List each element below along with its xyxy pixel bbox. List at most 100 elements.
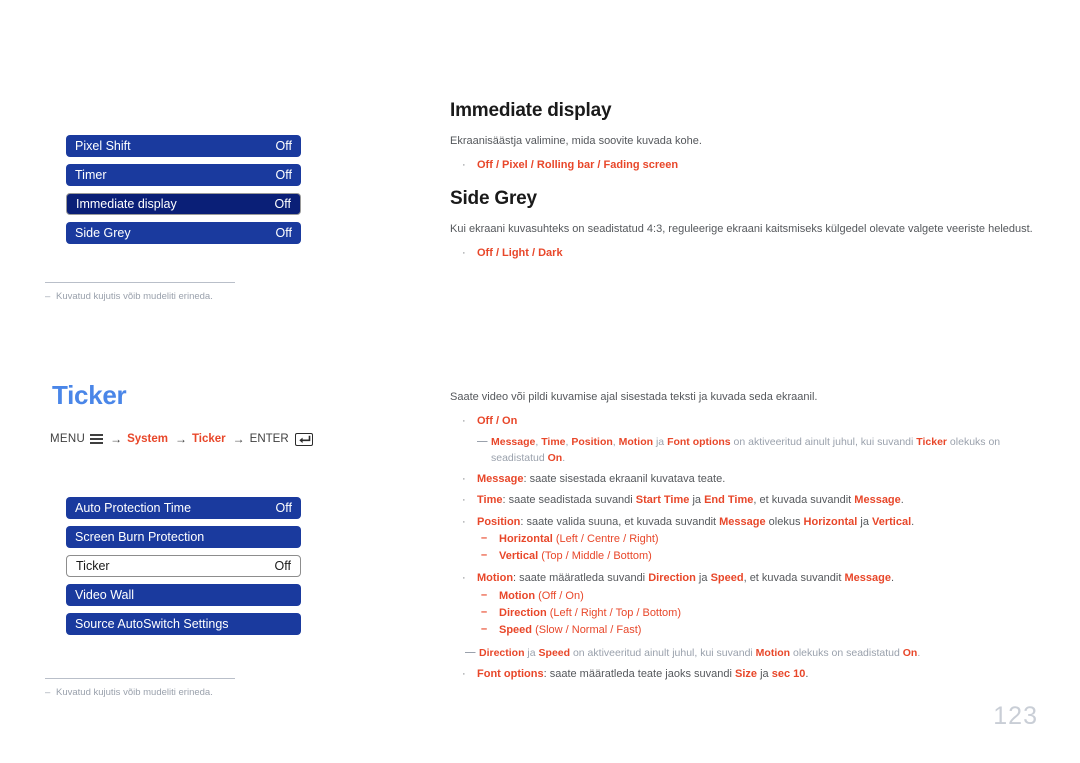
bullet-dot: · bbox=[462, 572, 466, 585]
osd-menu-system[interactable]: Auto Protection Time Off Screen Burn Pro… bbox=[66, 497, 301, 642]
osd-row-timer[interactable]: Timer Off bbox=[66, 164, 301, 186]
osd-row-label: Ticker bbox=[76, 559, 110, 573]
bullet-dot: · bbox=[462, 494, 466, 507]
motion-sub-list: – Motion (Off / On) – Direction (Left / … bbox=[477, 589, 1050, 639]
sub-dash: – bbox=[481, 532, 488, 545]
bullet-text: , et kuvada suvandit bbox=[753, 494, 855, 507]
menu-path-arrow-2: → bbox=[174, 432, 187, 446]
bullet-dot: · bbox=[462, 515, 466, 528]
menu-path-step-ticker: Ticker bbox=[191, 433, 226, 445]
chapter-title: Ticker bbox=[52, 380, 127, 410]
bullet-text: ja bbox=[695, 572, 711, 585]
bullet-dot: · bbox=[462, 158, 466, 171]
section-heading: Immediate display bbox=[450, 100, 612, 121]
note-key-time: Time bbox=[541, 436, 566, 449]
sub-values: (Left / Right / Top / Bottom) bbox=[546, 606, 681, 619]
bullet-key-speed: Speed bbox=[710, 572, 744, 585]
sub-key: Motion bbox=[499, 589, 536, 602]
osd-row-side-grey[interactable]: Side Grey Off bbox=[66, 222, 301, 244]
footnote-dash: – bbox=[45, 687, 51, 698]
sub-values: (Off / On) bbox=[535, 589, 584, 602]
sub-item-speed: – Speed (Slow / Normal / Fast) bbox=[477, 623, 1050, 639]
enter-key-icon bbox=[294, 432, 313, 446]
ticker-bullets: · Off / On — Message, Time, Position, Mo… bbox=[450, 413, 1050, 682]
position-sub-list: – Horizontal (Left / Centre / Right) – V… bbox=[477, 532, 1050, 565]
bullet-key-end-time: End Time bbox=[704, 494, 754, 507]
footnote-dash: – bbox=[45, 291, 51, 302]
option-values: Off / Pixel / Rolling bar / Fading scree… bbox=[477, 158, 679, 171]
osd-row-auto-protection-time[interactable]: Auto Protection Time Off bbox=[66, 497, 301, 519]
osd-row-label: Auto Protection Time bbox=[75, 501, 192, 515]
sub-key: Speed bbox=[499, 623, 533, 636]
sub-key: Direction bbox=[499, 606, 547, 619]
osd-menu-screen-burn[interactable]: Pixel Shift Off Timer Off Immediate disp… bbox=[66, 135, 301, 251]
options-list: · Off / Pixel / Rolling bar / Fading scr… bbox=[450, 157, 1040, 174]
osd-row-label: Screen Burn Protection bbox=[75, 530, 205, 544]
footnote-label: Kuvatud kujutis võib mudeliti erineda. bbox=[56, 291, 213, 302]
bullet-key-horizontal: Horizontal bbox=[803, 515, 858, 528]
footnote-top: – Kuvatud kujutis võib mudeliti erineda. bbox=[45, 282, 345, 302]
sub-dash: – bbox=[481, 605, 488, 618]
bullet-dot: · bbox=[462, 667, 466, 680]
section-description: Kui ekraani kuvasuhteks on seadistatud 4… bbox=[450, 223, 1033, 235]
bullet-dot: · bbox=[462, 246, 466, 259]
bullet-key: Message bbox=[477, 472, 524, 485]
bullet-key: Motion bbox=[477, 572, 514, 585]
menu-path-arrow-3: → bbox=[232, 432, 245, 446]
page-number: 123 bbox=[993, 702, 1038, 730]
bullet-text: : saate määratleda suvandi bbox=[513, 572, 649, 585]
osd-row-value: Off bbox=[275, 226, 292, 240]
motion-activation-note: — Direction ja Speed on aktiveeritud ain… bbox=[465, 646, 1050, 661]
footnote-divider bbox=[45, 282, 235, 283]
menu-icon bbox=[90, 433, 104, 445]
osd-row-value: Off bbox=[274, 197, 291, 211]
bullet-key-start-time: Start Time bbox=[635, 494, 690, 507]
bullet-key-message: Message bbox=[854, 494, 901, 507]
osd-row-label: Source AutoSwitch Settings bbox=[75, 617, 229, 631]
note-text: on aktiveeritud ainult juhul, kui suvand… bbox=[730, 436, 917, 449]
osd-row-label: Immediate display bbox=[76, 197, 177, 211]
option-values: Off / On bbox=[477, 414, 518, 427]
osd-row-source-autoswitch-settings[interactable]: Source AutoSwitch Settings bbox=[66, 613, 301, 635]
sub-dash: – bbox=[481, 588, 488, 601]
section-immediate-display: Immediate display Ekraanisäästja valimin… bbox=[450, 100, 1040, 178]
list-item: · Off / Pixel / Rolling bar / Fading scr… bbox=[450, 157, 1040, 174]
bullet-text: . bbox=[805, 667, 809, 680]
note-key-on: On bbox=[902, 646, 918, 659]
section-description: Ekraanisäästja valimine, mida soovite ku… bbox=[450, 135, 702, 147]
note-dash: — bbox=[465, 645, 476, 658]
note-text: on aktiveeritud ainult juhul, kui suvand… bbox=[570, 646, 756, 659]
note-dash: — bbox=[477, 435, 488, 448]
ticker-activation-note: — Message, Time, Position, Motion ja Fon… bbox=[477, 435, 1050, 465]
osd-row-value: Off bbox=[275, 501, 292, 515]
osd-row-label: Video Wall bbox=[75, 588, 135, 602]
osd-row-ticker[interactable]: Ticker Off bbox=[66, 555, 301, 577]
bullet-dot: · bbox=[462, 472, 466, 485]
footnote-top-text: – Kuvatud kujutis võib mudeliti erineda. bbox=[45, 291, 345, 302]
bullet-text: , et kuvada suvandit bbox=[743, 572, 845, 585]
osd-row-immediate-display[interactable]: Immediate display Off bbox=[66, 193, 301, 215]
note-text: . bbox=[562, 451, 566, 464]
section-side-grey: Side Grey Kui ekraani kuvasuhteks on sea… bbox=[450, 188, 1050, 266]
sub-dash: – bbox=[481, 549, 488, 562]
bullet-key-sec10: sec 10 bbox=[771, 667, 806, 680]
options-list: · Off / Light / Dark bbox=[450, 245, 1050, 262]
bullet-text: : saate seadistada suvandi bbox=[502, 494, 636, 507]
list-item-ticker-options: · Off / On — Message, Time, Position, Mo… bbox=[450, 413, 1050, 466]
note-key-message: Message bbox=[491, 436, 536, 449]
bullet-key-size: Size bbox=[735, 667, 758, 680]
sub-dash: – bbox=[481, 622, 488, 635]
menu-path-arrow-1: → bbox=[110, 432, 123, 446]
note-conj: ja bbox=[653, 436, 668, 449]
osd-row-pixel-shift[interactable]: Pixel Shift Off bbox=[66, 135, 301, 157]
note-key-position: Position bbox=[571, 436, 613, 449]
note-text: . bbox=[917, 646, 921, 659]
sub-values: (Slow / Normal / Fast) bbox=[532, 623, 642, 636]
menu-path-menu-word: MENU bbox=[50, 433, 86, 445]
bullet-text: . bbox=[890, 572, 895, 585]
osd-row-label: Timer bbox=[75, 168, 107, 182]
osd-row-screen-burn-protection[interactable]: Screen Burn Protection bbox=[66, 526, 301, 548]
note-key-on: On bbox=[547, 451, 563, 464]
osd-row-video-wall[interactable]: Video Wall bbox=[66, 584, 301, 606]
menu-path-step-system: System bbox=[127, 433, 168, 445]
